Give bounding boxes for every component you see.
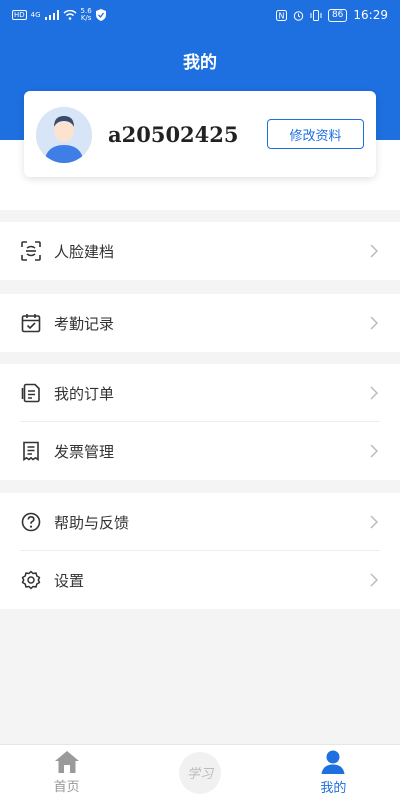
wifi-icon: [63, 10, 77, 20]
tab-home[interactable]: 首页: [0, 745, 133, 800]
menu-item-orders[interactable]: 我的订单: [0, 364, 400, 422]
svg-text:N: N: [278, 11, 284, 20]
order-icon: [20, 382, 42, 404]
receipt-icon: [20, 440, 42, 462]
calendar-check-icon: [20, 312, 42, 334]
page-title: 我的: [183, 53, 217, 73]
status-bar: HD 4G 5.6 K/s N 86 16:29: [0, 0, 400, 30]
edit-profile-button[interactable]: 修改资料: [267, 119, 364, 149]
menu-item-settings[interactable]: 设置: [0, 551, 400, 609]
avatar-person-icon: [36, 107, 92, 163]
home-icon: [54, 751, 79, 773]
chevron-right-icon: [370, 515, 378, 529]
username: a20502425: [108, 122, 239, 147]
signal-icon: [44, 10, 59, 20]
menu-section-face: 人脸建档: [0, 222, 400, 280]
help-icon: [20, 511, 42, 533]
gear-icon: [20, 569, 42, 591]
signal-label: 4G: [30, 11, 41, 19]
network-speed: 5.6 K/s: [81, 8, 92, 22]
avatar[interactable]: [36, 107, 92, 163]
tab-mine-label: 我的: [320, 781, 347, 796]
face-scan-icon: [20, 240, 42, 262]
study-logo: 学习: [178, 751, 221, 794]
hd-badge: HD: [12, 10, 27, 20]
menu-item-attendance[interactable]: 考勤记录: [0, 294, 400, 352]
bottom-tab-bar: 首页 学习 我的: [0, 744, 400, 800]
menu-item-face-label: 人脸建档: [54, 242, 115, 261]
tab-study[interactable]: 学习: [133, 745, 266, 800]
vibrate-icon: [310, 9, 322, 21]
menu-item-settings-label: 设置: [54, 571, 85, 590]
clock: 16:29: [353, 8, 388, 22]
menu-item-help-label: 帮助与反馈: [54, 513, 130, 532]
chevron-right-icon: [370, 386, 378, 400]
shield-icon: [95, 9, 106, 21]
person-icon: [321, 750, 345, 774]
menu-item-help[interactable]: 帮助与反馈: [0, 493, 400, 551]
menu-item-invoice-label: 发票管理: [54, 442, 115, 461]
chevron-right-icon: [370, 573, 378, 587]
chevron-right-icon: [370, 444, 378, 458]
tab-home-label: 首页: [53, 780, 80, 795]
battery-indicator: 86: [327, 8, 348, 22]
speed-unit: K/s: [80, 14, 92, 22]
menu-item-invoice[interactable]: 发票管理: [0, 422, 400, 480]
menu-item-orders-label: 我的订单: [54, 384, 115, 403]
menu-section-orders: 我的订单 发票管理: [0, 364, 400, 480]
menu-section-support: 帮助与反馈 设置: [0, 493, 400, 609]
menu-section-attendance: 考勤记录: [0, 294, 400, 352]
profile-card: a20502425 修改资料: [24, 91, 376, 177]
alarm-icon: [293, 10, 304, 21]
chevron-right-icon: [370, 316, 378, 330]
chevron-right-icon: [370, 244, 378, 258]
menu-item-face[interactable]: 人脸建档: [0, 222, 400, 280]
tab-mine[interactable]: 我的: [267, 745, 400, 800]
menu-item-attendance-label: 考勤记录: [54, 314, 115, 333]
nfc-icon: N: [275, 9, 287, 21]
